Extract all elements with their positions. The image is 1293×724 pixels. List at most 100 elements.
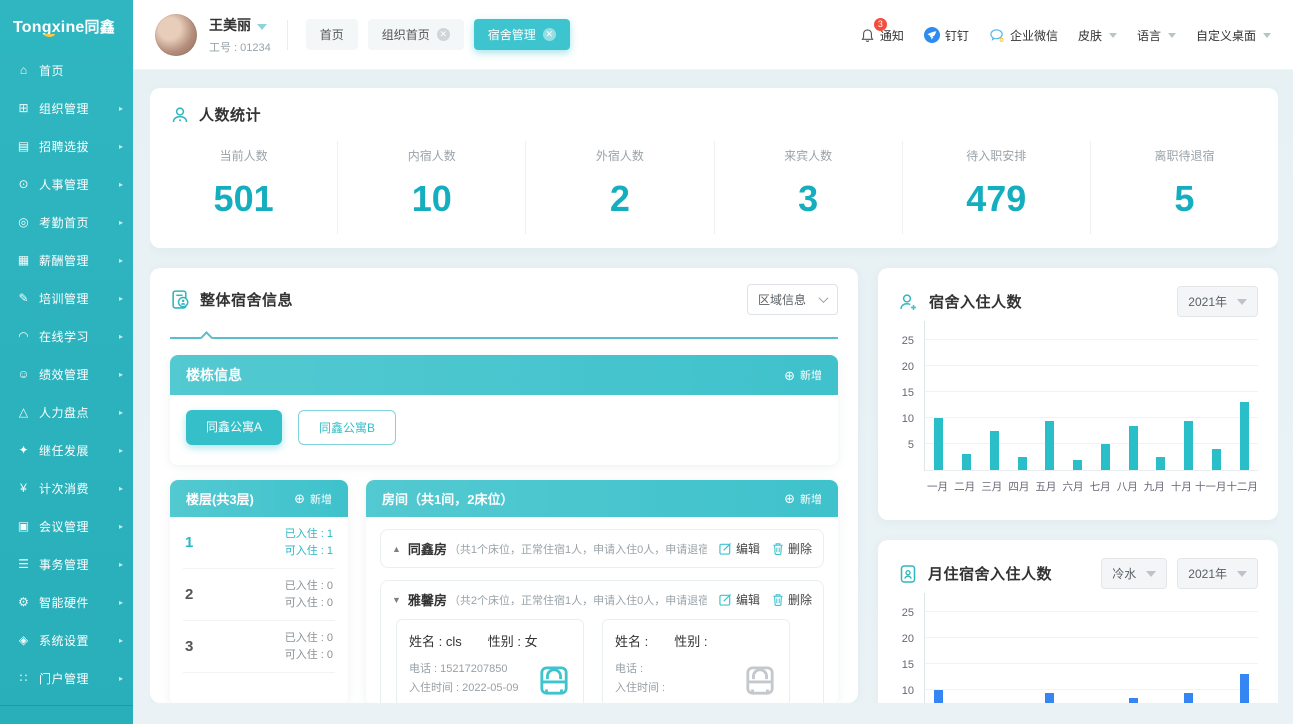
delete-room-button[interactable]: 删除	[772, 591, 812, 608]
close-icon[interactable]: ✕	[437, 28, 450, 41]
bar-十月	[1184, 421, 1193, 470]
sidebar-menu: ⌂首页⊞组织管理▸▤招聘选拔▸⊙人事管理▸◎考勤首页▸▦薪酬管理▸✎培训管理▸ ◠…	[0, 51, 133, 697]
sidebar-item-智能硬件[interactable]: ⚙智能硬件▸	[0, 583, 133, 621]
custom-desktop-dropdown[interactable]: 自定义桌面	[1196, 27, 1271, 44]
sidebar-item-首页[interactable]: ⌂首页	[0, 51, 133, 89]
bar-二月	[962, 454, 971, 470]
stat-外宿人数: 外宿人数2	[526, 141, 714, 234]
triangle-up-icon[interactable]: ▲	[392, 544, 401, 554]
sidebar-item-事务管理[interactable]: ☰事务管理▸	[0, 545, 133, 583]
floor-row-1[interactable]: 1已入住 : 1可入住 : 1	[183, 517, 335, 569]
building-button-同鑫公寓B[interactable]: 同鑫公寓B	[298, 410, 396, 445]
floor-occupancy: 已入住 : 1可入住 : 1	[285, 526, 333, 559]
person-icon	[170, 105, 190, 125]
stat-内宿人数: 内宿人数10	[338, 141, 526, 234]
wecom-button[interactable]: 企业微信	[989, 27, 1058, 44]
elearning-icon: ◠	[16, 329, 31, 343]
sidebar-item-label: 系统设置	[39, 632, 119, 649]
x-tick-label: 十二月	[1226, 473, 1258, 493]
filter-value: 2021年	[1188, 293, 1227, 310]
plot-area	[924, 321, 1258, 471]
triangle-down-icon[interactable]: ▼	[392, 595, 401, 605]
floor-occupancy: 已入住 : 0可入住 : 0	[285, 578, 333, 611]
rooms-panel-title: 房间（共1间，2床位）	[382, 489, 513, 508]
edit-room-button[interactable]: 编辑	[719, 540, 760, 557]
sidebar-item-招聘选拔[interactable]: ▤招聘选拔▸	[0, 127, 133, 165]
chart1-plot: 510152025一月二月三月四月五月六月七月八月九月十月十一月十二月	[892, 321, 1260, 493]
building-button-同鑫公寓A[interactable]: 同鑫公寓A	[186, 410, 282, 445]
sidebar-item-人事管理[interactable]: ⊙人事管理▸	[0, 165, 133, 203]
sidebar-item-系统设置[interactable]: ◈系统设置▸	[0, 621, 133, 659]
chevron-right-icon: ▸	[119, 674, 123, 683]
add-room-label: 新增	[800, 491, 822, 507]
user-menu[interactable]: 王美丽	[209, 15, 271, 35]
add-building-button[interactable]: ⊕新增	[784, 367, 822, 383]
sidebar-item-label: 计次消费	[39, 480, 119, 497]
region-select[interactable]: 区域信息	[747, 284, 838, 315]
chevron-right-icon: ▸	[119, 408, 123, 417]
bed-name: 姓名 : cls	[409, 631, 462, 650]
sidebar-item-在线学习[interactable]: ◠在线学习▸	[0, 317, 133, 355]
headcount-icon: △	[16, 405, 31, 419]
filter-select-2021年[interactable]: 2021年	[1177, 286, 1258, 317]
consume-icon: ¥	[16, 481, 31, 495]
dingtalk-button[interactable]: 钉钉	[924, 27, 969, 44]
tab-首页[interactable]: 首页	[306, 19, 358, 50]
skin-dropdown[interactable]: 皮肤	[1078, 27, 1117, 44]
floor-row-3[interactable]: 3已入住 : 0可入住 : 0	[183, 621, 335, 673]
floor-row-2[interactable]: 2已入住 : 0可入住 : 0	[183, 569, 335, 621]
stat-value: 479	[903, 178, 1090, 220]
chevron-right-icon: ▸	[119, 294, 123, 303]
bar-十二月	[1240, 402, 1249, 470]
close-icon[interactable]: ✕	[543, 28, 556, 41]
bed-gender: 性别 :	[674, 631, 707, 650]
wecom-icon	[989, 28, 1005, 43]
bed-card: 姓名 : cls性别 : 女电话 : 15217207850入住时间 : 202…	[396, 619, 584, 703]
sidebar-item-培训管理[interactable]: ✎培训管理▸	[0, 279, 133, 317]
edit-room-button[interactable]: 编辑	[719, 591, 760, 608]
sidebar-item-label: 绩效管理	[39, 366, 119, 383]
sidebar-item-考勤首页[interactable]: ◎考勤首页▸	[0, 203, 133, 241]
x-tick-label: 四月	[1005, 473, 1032, 493]
stat-value: 5	[1091, 178, 1278, 220]
portal-icon: ∷	[16, 671, 31, 685]
sidebar-item-继任发展[interactable]: ✦继任发展▸	[0, 431, 133, 469]
chart1-title: 宿舍入住人数	[929, 291, 1022, 312]
filter-select-冷水[interactable]: 冷水	[1101, 558, 1167, 589]
y-tick-label: 15	[902, 387, 914, 399]
stat-label: 内宿人数	[338, 147, 525, 164]
sidebar-item-计次消费[interactable]: ¥计次消费▸	[0, 469, 133, 507]
hr-icon: ⊙	[16, 177, 31, 191]
avatar[interactable]	[155, 14, 197, 56]
tab-宿舍管理[interactable]: 宿舍管理✕	[474, 19, 570, 50]
sidebar-item-薪酬管理[interactable]: ▦薪酬管理▸	[0, 241, 133, 279]
sidebar-item-门户管理[interactable]: ∷门户管理▸	[0, 659, 133, 697]
add-room-button[interactable]: ⊕新增	[784, 491, 822, 507]
tab-组织首页[interactable]: 组织首页✕	[368, 19, 464, 50]
sidebar-item-会议管理[interactable]: ▣会议管理▸	[0, 507, 133, 545]
main-content: 人数统计 当前人数501内宿人数10外宿人数2来宾人数3待入职安排479离职待退…	[133, 70, 1293, 724]
sidebar: Tongxine同鑫 ⌂首页⊞组织管理▸▤招聘选拔▸⊙人事管理▸◎考勤首页▸▦薪…	[0, 0, 133, 724]
bed-cards: 姓名 : cls性别 : 女电话 : 15217207850入住时间 : 202…	[396, 619, 808, 703]
floor-number: 3	[185, 638, 193, 655]
sidebar-item-组织管理[interactable]: ⊞组织管理▸	[0, 89, 133, 127]
bed-icon	[743, 666, 777, 696]
attendance-icon: ◎	[16, 215, 31, 229]
sidebar-item-绩效管理[interactable]: ☺绩效管理▸	[0, 355, 133, 393]
floor-available: 可入住 : 0	[285, 647, 333, 664]
chevron-right-icon: ▸	[119, 142, 123, 151]
bed-icon	[537, 666, 571, 696]
sidebar-item-人力盘点[interactable]: △人力盘点▸	[0, 393, 133, 431]
language-dropdown[interactable]: 语言	[1137, 27, 1176, 44]
floor-available: 可入住 : 0	[285, 595, 333, 612]
stat-value: 501	[150, 178, 337, 220]
add-floor-button[interactable]: ⊕新增	[294, 491, 332, 507]
sidebar-item-label: 组织管理	[39, 100, 119, 117]
delete-room-button[interactable]: 删除	[772, 540, 812, 557]
filter-select-2021年[interactable]: 2021年	[1177, 558, 1258, 589]
bar-八月	[1129, 698, 1138, 703]
stat-来宾人数: 来宾人数3	[715, 141, 903, 234]
notifications-button[interactable]: 通知 3	[860, 27, 904, 44]
person-plus-icon	[898, 292, 919, 312]
sidebar-item-label: 在线学习	[39, 328, 119, 345]
